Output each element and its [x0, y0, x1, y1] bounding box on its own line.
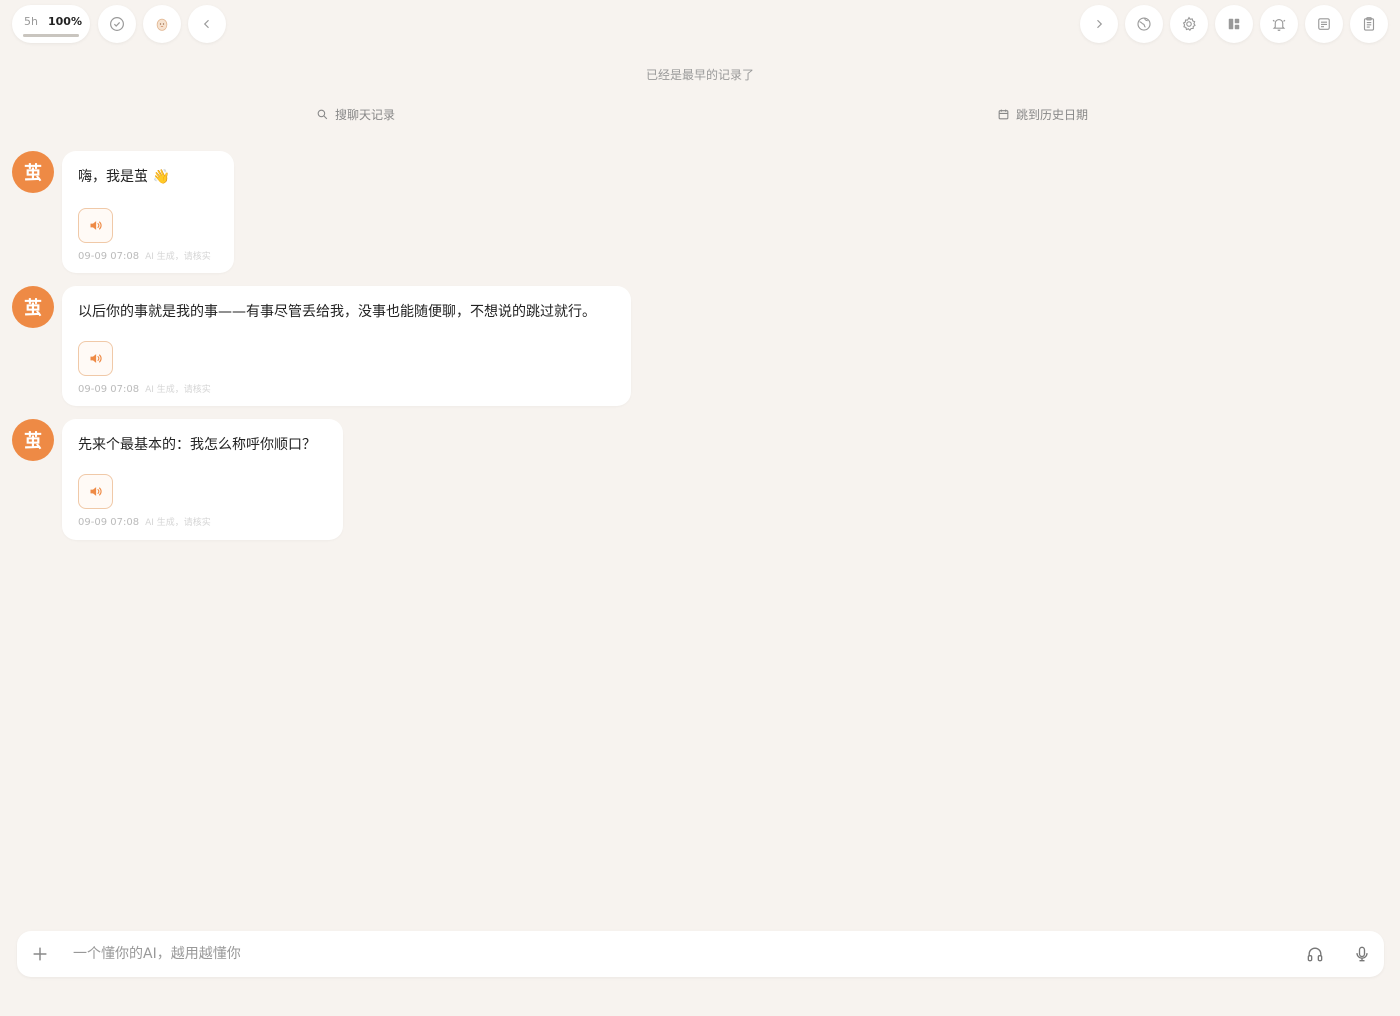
- check-circle-icon: [110, 17, 124, 31]
- play-audio-button[interactable]: [78, 208, 113, 243]
- message-time: 09-09 07:08: [78, 384, 140, 395]
- ai-note: AI 生成，请核实: [145, 252, 211, 262]
- bell-icon: [1272, 18, 1286, 31]
- search-history-button[interactable]: 搜聊天记录: [316, 106, 395, 123]
- avatar-egg-icon: [156, 18, 168, 31]
- message-text: 以后你的事就是我的事——有事尽管丢给我，没事也能随便聊，不想说的跳过就行。: [78, 304, 596, 320]
- earliest-record-notice: 已经是最早的记录了: [645, 68, 754, 82]
- bell-button[interactable]: [1260, 5, 1298, 43]
- plus-icon[interactable]: [29, 943, 51, 965]
- progress-fill: [23, 34, 79, 37]
- bot-avatar[interactable]: 茧: [12, 286, 54, 328]
- avatar-button[interactable]: [143, 5, 181, 43]
- jump-date-button[interactable]: 跳到历史日期: [997, 106, 1088, 123]
- check-circle-button[interactable]: [98, 5, 136, 43]
- speaker-icon: [90, 221, 102, 230]
- message-meta: 09-09 07:08 AI 生成，请核实: [78, 515, 211, 528]
- note-icon: [1318, 18, 1330, 30]
- top-bar: 5h 100%: [0, 0, 1400, 48]
- message-time: 09-09 07:08: [78, 251, 140, 262]
- play-audio-button[interactable]: [78, 341, 113, 376]
- microphone-icon[interactable]: [1352, 944, 1372, 964]
- settings-button[interactable]: [1170, 5, 1208, 43]
- message-time: 09-09 07:08: [78, 517, 140, 528]
- composer: [17, 931, 1384, 977]
- search-history-label: 搜聊天记录: [335, 108, 396, 122]
- message-bubble: 以后你的事就是我的事——有事尽管丢给我，没事也能随便聊，不想说的跳过就行。 09…: [62, 286, 631, 406]
- bot-avatar[interactable]: 茧: [12, 419, 54, 461]
- time-label: 5h: [24, 15, 38, 28]
- speaker-icon: [90, 354, 102, 363]
- message-input[interactable]: [73, 939, 1273, 969]
- bot-avatar[interactable]: 茧: [12, 151, 54, 193]
- layout-button[interactable]: [1215, 5, 1253, 43]
- progress-bar: [23, 34, 79, 37]
- globe-button[interactable]: [1125, 5, 1163, 43]
- message-bubble: 嗨，我是茧 👋 09-09 07:08 AI 生成，请核实: [62, 151, 234, 273]
- message-meta: 09-09 07:08 AI 生成，请核实: [78, 249, 211, 262]
- forward-button[interactable]: [1080, 5, 1118, 43]
- clipboard-icon: [1363, 17, 1375, 31]
- search-icon: [317, 109, 328, 120]
- calendar-icon: [998, 109, 1009, 120]
- message-meta: 09-09 07:08 AI 生成，请核实: [78, 382, 211, 395]
- clipboard-button[interactable]: [1350, 5, 1388, 43]
- play-audio-button[interactable]: [78, 474, 113, 509]
- message-text: 嗨，我是茧 👋: [78, 169, 170, 185]
- globe-icon: [1137, 17, 1151, 31]
- status-pill[interactable]: 5h 100%: [12, 5, 90, 43]
- jump-date-label: 跳到历史日期: [1016, 108, 1089, 122]
- note-button[interactable]: [1305, 5, 1343, 43]
- message-text: 先来个最基本的：我怎么称呼你顺口？: [78, 437, 316, 453]
- chevron-left-icon: [203, 19, 209, 29]
- headphones-icon[interactable]: [1305, 944, 1325, 964]
- message-bubble: 先来个最基本的：我怎么称呼你顺口？ 09-09 07:08 AI 生成，请核实: [62, 419, 343, 540]
- layout-icon: [1228, 18, 1240, 30]
- chevron-right-icon: [1097, 19, 1103, 29]
- gear-icon: [1182, 16, 1196, 31]
- back-button[interactable]: [188, 5, 226, 43]
- ai-note: AI 生成，请核实: [145, 518, 211, 528]
- ai-note: AI 生成，请核实: [145, 385, 211, 395]
- speaker-icon: [90, 487, 102, 496]
- percent-label: 100%: [48, 15, 82, 28]
